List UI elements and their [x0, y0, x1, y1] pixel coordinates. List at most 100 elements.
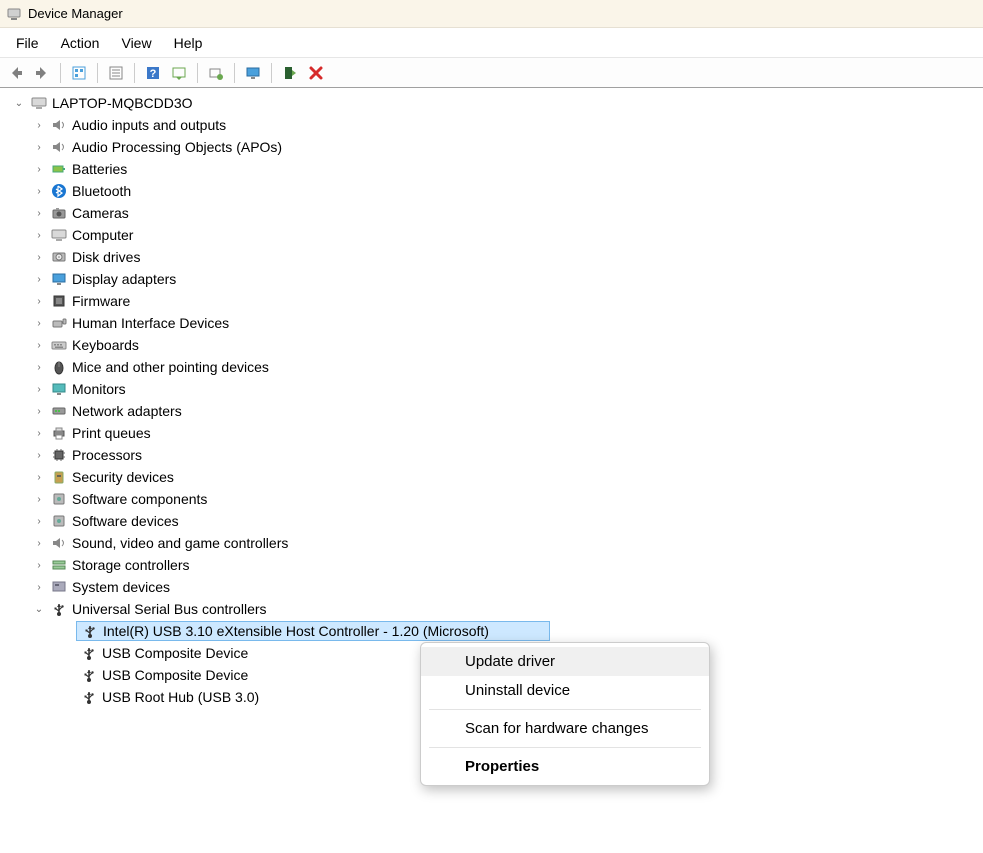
ctx-scan-hardware[interactable]: Scan for hardware changes	[421, 714, 709, 743]
tree-category[interactable]: › Cameras	[0, 202, 983, 224]
tree-node-label: Mice and other pointing devices	[72, 359, 269, 375]
tree-node-label: Software components	[72, 491, 207, 507]
toolbar: ?	[0, 58, 983, 88]
tree-device[interactable]: Intel(R) USB 3.10 eXtensible Host Contro…	[0, 620, 983, 642]
expander-icon[interactable]: ›	[32, 406, 46, 417]
tree-category[interactable]: › Audio inputs and outputs	[0, 114, 983, 136]
tree-node-label: Disk drives	[72, 249, 140, 265]
tree-category[interactable]: › Storage controllers	[0, 554, 983, 576]
expander-icon[interactable]: ›	[32, 208, 46, 219]
ctx-update-driver[interactable]: Update driver	[421, 647, 709, 676]
expander-icon[interactable]: ›	[32, 494, 46, 505]
toolbar-separator	[197, 63, 198, 83]
tree-category[interactable]: › Software components	[0, 488, 983, 510]
properties-button[interactable]	[104, 61, 128, 85]
device-tree[interactable]: ⌄ LAPTOP-MQBCDD3O › Audio inputs and out…	[0, 88, 983, 712]
display-icon	[50, 270, 68, 288]
tree-node-label: Intel(R) USB 3.10 eXtensible Host Contro…	[103, 623, 489, 639]
tree-node-label: LAPTOP-MQBCDD3O	[52, 95, 193, 111]
ctx-properties[interactable]: Properties	[421, 752, 709, 781]
tree-node-label: Monitors	[72, 381, 126, 397]
tree-category[interactable]: › Monitors	[0, 378, 983, 400]
tree-category[interactable]: › Security devices	[0, 466, 983, 488]
tree-node-label: USB Composite Device	[102, 667, 248, 683]
ctx-uninstall-device[interactable]: Uninstall device	[421, 676, 709, 705]
tree-category[interactable]: › Bluetooth	[0, 180, 983, 202]
ctx-separator	[429, 747, 701, 748]
tree-category[interactable]: › Keyboards	[0, 334, 983, 356]
expander-icon[interactable]: ›	[32, 274, 46, 285]
software-icon	[50, 490, 68, 508]
update-driver-button[interactable]	[204, 61, 228, 85]
speaker-icon	[50, 534, 68, 552]
tree-category[interactable]: › Display adapters	[0, 268, 983, 290]
usb-icon	[81, 622, 99, 640]
tree-category[interactable]: › Mice and other pointing devices	[0, 356, 983, 378]
tree-category[interactable]: › Print queues	[0, 422, 983, 444]
expander-icon[interactable]: ›	[32, 384, 46, 395]
tree-category[interactable]: ⌄ Universal Serial Bus controllers	[0, 598, 983, 620]
menu-view[interactable]: View	[111, 31, 161, 55]
monitor-button[interactable]	[241, 61, 265, 85]
enable-button[interactable]	[278, 61, 302, 85]
expander-icon[interactable]: ›	[32, 252, 46, 263]
toolbar-separator	[60, 63, 61, 83]
expander-icon[interactable]: ›	[32, 164, 46, 175]
ctx-separator	[429, 709, 701, 710]
tree-node-label: Security devices	[72, 469, 174, 485]
expander-icon[interactable]: ›	[32, 142, 46, 153]
expander-icon[interactable]: ›	[32, 450, 46, 461]
expander-icon[interactable]: ⌄	[12, 98, 26, 109]
camera-icon	[50, 204, 68, 222]
menu-action[interactable]: Action	[51, 31, 110, 55]
tree-node-label: Computer	[72, 227, 133, 243]
expander-icon[interactable]: ›	[32, 538, 46, 549]
tree-category[interactable]: › Disk drives	[0, 246, 983, 268]
security-icon	[50, 468, 68, 486]
firmware-icon	[50, 292, 68, 310]
expander-icon[interactable]: ⌄	[32, 604, 46, 615]
tree-category[interactable]: › Software devices	[0, 510, 983, 532]
tree-node-label: Display adapters	[72, 271, 176, 287]
expander-icon[interactable]: ›	[32, 230, 46, 241]
tree-category[interactable]: › Sound, video and game controllers	[0, 532, 983, 554]
tree-node-label: Cameras	[72, 205, 129, 221]
expander-icon[interactable]: ›	[32, 186, 46, 197]
tree-root[interactable]: ⌄ LAPTOP-MQBCDD3O	[0, 92, 983, 114]
expander-icon[interactable]: ›	[32, 296, 46, 307]
software-icon	[50, 512, 68, 530]
expander-icon[interactable]: ›	[32, 428, 46, 439]
expander-icon[interactable]: ›	[32, 582, 46, 593]
tree-node-label: Universal Serial Bus controllers	[72, 601, 267, 617]
expander-icon[interactable]: ›	[32, 516, 46, 527]
tree-node-label: Firmware	[72, 293, 130, 309]
uninstall-button[interactable]	[304, 61, 328, 85]
speaker-icon	[50, 138, 68, 156]
show-hidden-button[interactable]	[67, 61, 91, 85]
help-button[interactable]: ?	[141, 61, 165, 85]
expander-icon[interactable]: ›	[32, 318, 46, 329]
svg-text:?: ?	[150, 68, 157, 80]
tree-category[interactable]: › Human Interface Devices	[0, 312, 983, 334]
tree-category[interactable]: › Network adapters	[0, 400, 983, 422]
tree-category[interactable]: › Processors	[0, 444, 983, 466]
tree-category[interactable]: › Firmware	[0, 290, 983, 312]
forward-button[interactable]	[30, 61, 54, 85]
tree-category[interactable]: › Audio Processing Objects (APOs)	[0, 136, 983, 158]
expander-icon[interactable]: ›	[32, 340, 46, 351]
menu-file[interactable]: File	[6, 31, 49, 55]
expander-icon[interactable]: ›	[32, 120, 46, 131]
expander-icon[interactable]: ›	[32, 560, 46, 571]
menu-help[interactable]: Help	[164, 31, 213, 55]
usb-icon	[80, 666, 98, 684]
scan-button[interactable]	[167, 61, 191, 85]
back-button[interactable]	[4, 61, 28, 85]
battery-icon	[50, 160, 68, 178]
tree-node-label: Batteries	[72, 161, 127, 177]
tree-category[interactable]: › System devices	[0, 576, 983, 598]
tree-category[interactable]: › Computer	[0, 224, 983, 246]
expander-icon[interactable]: ›	[32, 362, 46, 373]
expander-icon[interactable]: ›	[32, 472, 46, 483]
hid-icon	[50, 314, 68, 332]
tree-category[interactable]: › Batteries	[0, 158, 983, 180]
